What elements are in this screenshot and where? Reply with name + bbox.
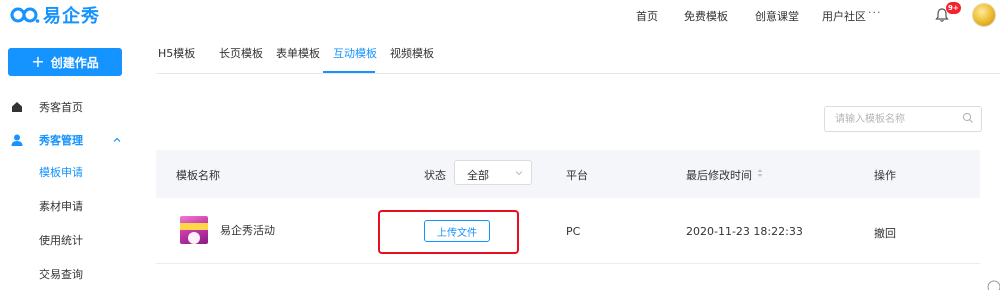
column-platform: 平台 [566, 169, 588, 182]
upload-file-button[interactable]: 上传文件 [424, 220, 490, 242]
user-icon [11, 134, 23, 146]
chevron-up-icon [113, 137, 121, 142]
sidebar-item-material-apply[interactable]: 素材申请 [0, 195, 140, 217]
top-header: 易企秀 首页 免费模板 创意课堂 用户社区 ··· 9+ [0, 0, 1000, 32]
table-row: 易企秀活动 上传文件 PC 2020-11-23 18:22:33 撤回 [156, 198, 980, 264]
brand-logo[interactable]: 易企秀 [10, 3, 100, 27]
sidebar-item-label: 素材申请 [39, 200, 83, 213]
template-thumbnail[interactable] [180, 216, 208, 244]
sort-icon[interactable] [756, 167, 764, 179]
home-icon [12, 102, 22, 112]
revoke-link[interactable]: 撤回 [874, 225, 896, 241]
chevron-down-icon [515, 171, 523, 176]
search-input[interactable] [835, 111, 955, 127]
tab-h5[interactable]: H5模板 [158, 45, 195, 61]
sidebar-item-transactions[interactable]: 交易查询 [0, 263, 140, 285]
logo-mark-icon [10, 7, 40, 23]
table-header: 模板名称 状态 全部 平台 最后修改时间 操作 [156, 150, 980, 198]
column-name: 模板名称 [176, 169, 220, 182]
brand-name: 易企秀 [43, 6, 100, 27]
template-tabs: H5模板 长页模板 表单模板 互动模板 视频模板 [156, 32, 1000, 74]
create-work-label: 创建作品 [50, 55, 99, 70]
tab-form[interactable]: 表单模板 [276, 45, 320, 61]
sidebar-item-usage-stats[interactable]: 使用统计 [0, 229, 140, 251]
nav-creative-class[interactable]: 创意课堂 [755, 8, 799, 24]
sidebar-item-label: 秀客首页 [39, 101, 83, 114]
sidebar: + 创建作品 秀客首页 秀客管理 模板申请 素材申请 使用统计 交易查询 [0, 32, 140, 290]
nav-home[interactable]: 首页 [636, 8, 658, 24]
sidebar-item-label: 秀客管理 [39, 134, 83, 147]
template-search-box [824, 106, 982, 132]
tab-video[interactable]: 视频模板 [390, 45, 434, 61]
template-platform: PC [566, 225, 581, 238]
column-actions: 操作 [874, 169, 896, 182]
help-icon[interactable] [984, 276, 1000, 290]
sidebar-item-label: 使用统计 [39, 234, 83, 247]
plus-icon: + [31, 52, 45, 71]
tab-interactive[interactable]: 互动模板 [333, 45, 377, 61]
user-avatar[interactable] [972, 3, 996, 27]
column-status: 状态 [424, 169, 446, 182]
sidebar-item-home[interactable]: 秀客首页 [0, 96, 140, 118]
more-menu-button[interactable]: ··· [868, 6, 882, 19]
nav-community[interactable]: 用户社区 [822, 8, 866, 24]
nav-free-templates[interactable]: 免费模板 [684, 8, 728, 24]
sidebar-item-label: 交易查询 [39, 268, 83, 281]
template-modified-time: 2020-11-23 18:22:33 [686, 225, 803, 238]
column-modified[interactable]: 最后修改时间 [686, 167, 752, 183]
template-name: 易企秀活动 [220, 224, 275, 237]
active-tab-indicator [323, 71, 375, 73]
tab-long-page[interactable]: 长页模板 [219, 45, 263, 61]
sidebar-item-template-apply[interactable]: 模板申请 [0, 161, 140, 183]
search-icon[interactable] [962, 112, 974, 124]
create-work-button[interactable]: + 创建作品 [8, 48, 122, 76]
status-filter-select[interactable]: 全部 [454, 160, 532, 185]
sidebar-item-manage[interactable]: 秀客管理 [0, 129, 140, 151]
sidebar-item-label: 模板申请 [39, 166, 83, 179]
template-table: 模板名称 状态 全部 平台 最后修改时间 操作 易企秀活动 上传文件 PC 20… [156, 150, 980, 290]
status-filter-value: 全部 [467, 169, 489, 182]
notification-badge: 9+ [946, 2, 961, 14]
